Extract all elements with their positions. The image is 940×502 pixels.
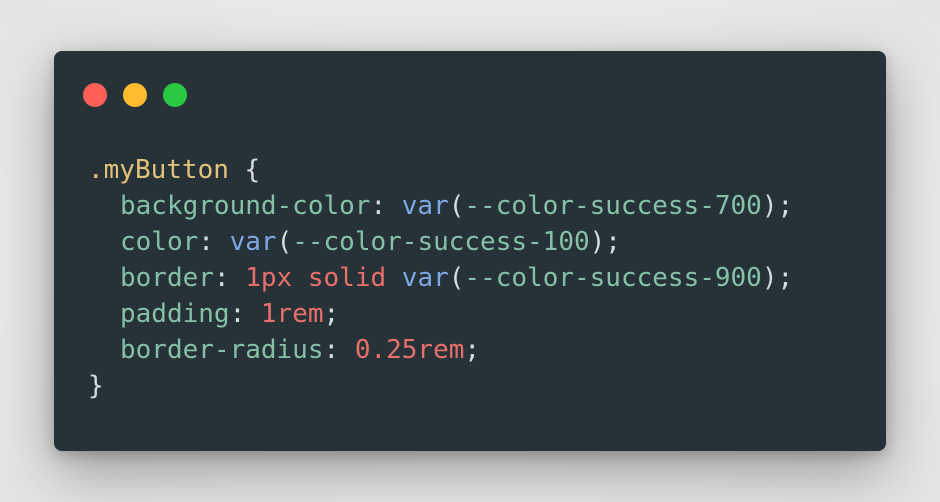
semicolon: ; — [777, 191, 794, 221]
css-property: background-color — [120, 191, 371, 221]
css-value-token: ) — [589, 227, 606, 257]
css-value-token: 0.25rem — [354, 335, 465, 365]
colon: : — [323, 335, 355, 365]
code-line-close: } — [88, 368, 793, 404]
css-property: border-radius — [120, 335, 324, 365]
css-value-token: solid — [307, 263, 387, 293]
code-line-selector: .myButton { — [88, 152, 793, 188]
css-property: padding — [120, 299, 230, 329]
css-value-token: ) — [761, 263, 778, 293]
window-controls — [83, 83, 187, 107]
semicolon: ; — [777, 263, 794, 293]
stage: .myButton {background-color: var(--color… — [0, 0, 940, 502]
css-value-token: 1rem — [260, 299, 324, 329]
css-selector: .myButton — [88, 155, 229, 185]
css-value-token: var — [401, 191, 449, 221]
css-value-token: ( — [276, 227, 293, 257]
colon: : — [198, 227, 230, 257]
css-property: border — [120, 263, 214, 293]
semicolon: ; — [605, 227, 621, 257]
css-value-token: 1px — [245, 263, 293, 293]
close-brace: } — [88, 371, 104, 401]
minimize-button[interactable] — [123, 83, 147, 107]
colon: : — [213, 263, 246, 293]
css-value-token: var — [401, 263, 449, 293]
semicolon: ; — [464, 335, 481, 365]
css-value-token: ( — [448, 263, 465, 293]
close-button[interactable] — [83, 83, 107, 107]
css-value-token — [386, 263, 402, 293]
code-line-declaration: padding: 1rem; — [88, 296, 793, 332]
semicolon: ; — [323, 299, 340, 329]
colon: : — [229, 299, 261, 329]
css-value-token: ( — [448, 191, 465, 221]
css-property: color — [120, 227, 199, 257]
css-value-token: --color-success-100 — [292, 227, 590, 257]
colon: : — [370, 191, 402, 221]
code-window: .myButton {background-color: var(--color… — [54, 51, 886, 451]
code-line-declaration: color: var(--color-success-100); — [88, 224, 793, 260]
css-value-token: ) — [761, 191, 778, 221]
css-value-token: --color-success-700 — [464, 191, 762, 221]
css-value-token: --color-success-900 — [464, 263, 762, 293]
css-value-token: var — [229, 227, 277, 257]
declarations: background-color: var(--color-success-70… — [88, 188, 793, 368]
code-line-declaration: border-radius: 0.25rem; — [88, 332, 793, 368]
open-brace: { — [244, 155, 261, 185]
css-value-token — [292, 263, 308, 293]
zoom-button[interactable] — [163, 83, 187, 107]
code-line-declaration: background-color: var(--color-success-70… — [88, 188, 793, 224]
code-line-declaration: border: 1px solid var(--color-success-90… — [88, 260, 793, 296]
code-block: .myButton {background-color: var(--color… — [88, 152, 793, 404]
